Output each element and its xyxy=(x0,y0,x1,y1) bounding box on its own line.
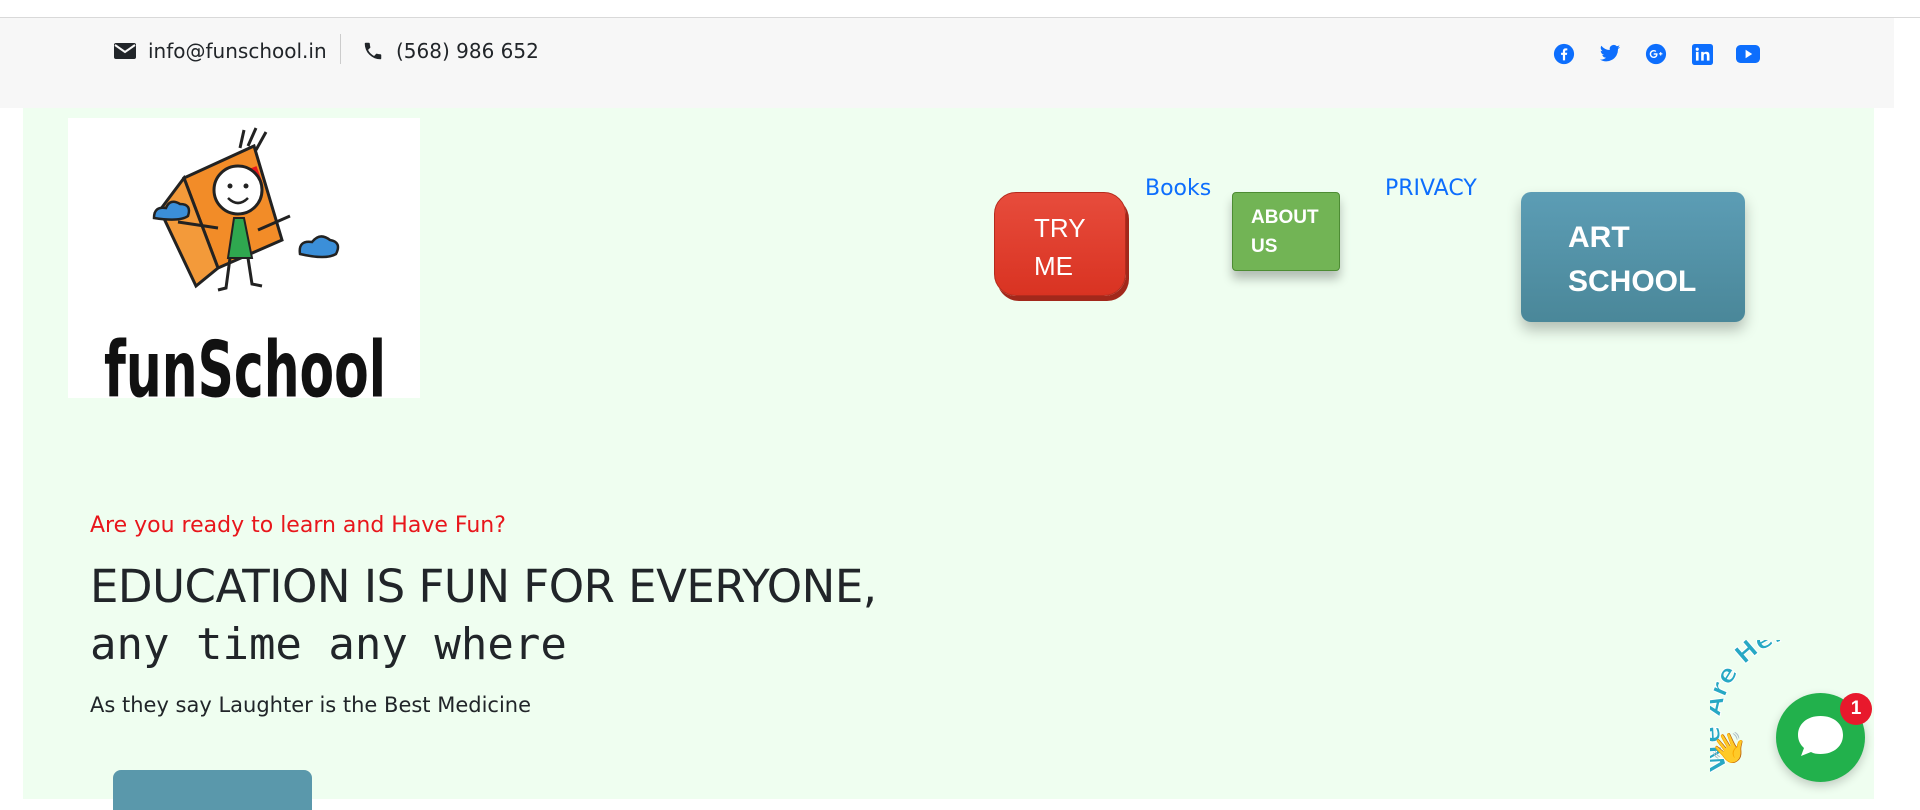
about-us-button[interactable]: ABOUT US xyxy=(1232,192,1340,271)
chat-unread-badge: 1 xyxy=(1840,693,1872,725)
hero-description: As they say Laughter is the Best Medicin… xyxy=(90,693,532,717)
nav-privacy-link[interactable]: PRIVACY xyxy=(1385,176,1477,201)
top-contact-bar: info@funschool.in (568) 986 652 xyxy=(0,18,1894,108)
nav-books-link[interactable]: Books xyxy=(1145,176,1211,201)
facebook-icon[interactable] xyxy=(1552,42,1576,66)
contact-phone[interactable]: (568) 986 652 xyxy=(362,39,539,63)
svg-text:funSchool: funSchool xyxy=(104,324,386,398)
hero-subtitle: any time any where xyxy=(90,619,567,670)
funschool-logo-image: funSchool xyxy=(104,127,386,415)
waving-hand-icon: 👋 xyxy=(1710,731,1747,766)
try-me-button[interactable]: TRY ME xyxy=(994,192,1126,296)
email-text: info@funschool.in xyxy=(148,39,327,63)
site-logo[interactable]: funSchool xyxy=(68,118,420,415)
art-school-button[interactable]: ART SCHOOL xyxy=(1521,192,1745,322)
google-plus-icon[interactable] xyxy=(1644,42,1668,66)
contact-email[interactable]: info@funschool.in xyxy=(114,39,327,63)
twitter-icon[interactable] xyxy=(1598,42,1622,66)
phone-text: (568) 986 652 xyxy=(396,39,539,63)
hero-pretitle: Are you ready to learn and Have Fun? xyxy=(90,513,506,538)
hero-cta-button[interactable] xyxy=(113,770,312,810)
linkedin-icon[interactable] xyxy=(1690,42,1714,66)
envelope-icon xyxy=(114,43,136,59)
browser-top-edge xyxy=(0,0,1920,18)
hero-title: EDUCATION IS FUN FOR EVERYONE, xyxy=(90,560,877,613)
youtube-icon[interactable] xyxy=(1736,42,1760,66)
social-links xyxy=(1552,42,1760,66)
phone-icon xyxy=(364,42,382,60)
contact-divider xyxy=(340,34,341,64)
